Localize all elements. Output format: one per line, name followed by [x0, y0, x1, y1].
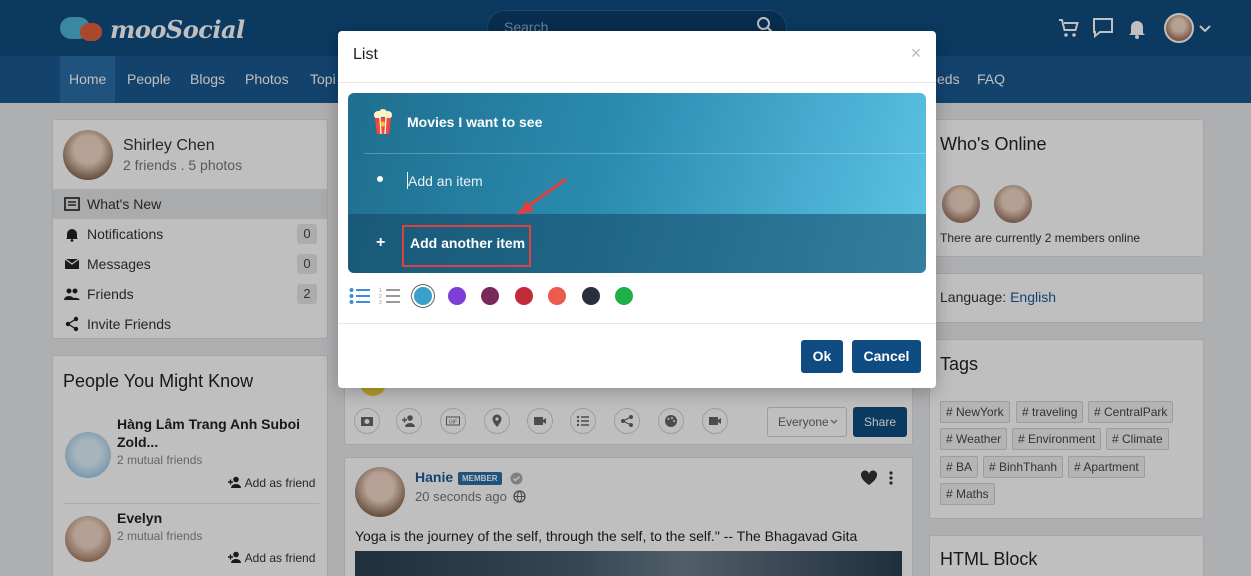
- color-swatch[interactable]: [448, 287, 466, 305]
- divider: [338, 323, 936, 324]
- color-swatch[interactable]: [414, 287, 432, 305]
- cancel-button[interactable]: Cancel: [852, 340, 921, 373]
- bullet-list-icon[interactable]: [349, 287, 371, 305]
- annotation-arrow-icon: [516, 177, 567, 215]
- add-item-input[interactable]: Add an item: [408, 173, 483, 189]
- bullet-icon: [377, 176, 383, 182]
- divider: [364, 153, 926, 154]
- color-swatch[interactable]: [548, 287, 566, 305]
- color-swatch[interactable]: [481, 287, 499, 305]
- numbered-list-icon[interactable]: 1 2 3: [379, 287, 401, 305]
- divider: [338, 82, 936, 83]
- popcorn-icon: [374, 109, 392, 135]
- svg-text:3: 3: [379, 300, 382, 305]
- annotation-highlight: [402, 225, 531, 267]
- list-modal: List × Movies I want to see Add an item …: [338, 31, 936, 388]
- color-swatch[interactable]: [615, 287, 633, 305]
- plus-icon: +: [376, 234, 386, 251]
- ok-button[interactable]: Ok: [801, 340, 843, 373]
- list-title[interactable]: Movies I want to see: [407, 114, 542, 130]
- close-button[interactable]: ×: [908, 44, 924, 62]
- color-swatch[interactable]: [515, 287, 533, 305]
- color-swatch[interactable]: [582, 287, 600, 305]
- modal-title: List: [353, 46, 378, 63]
